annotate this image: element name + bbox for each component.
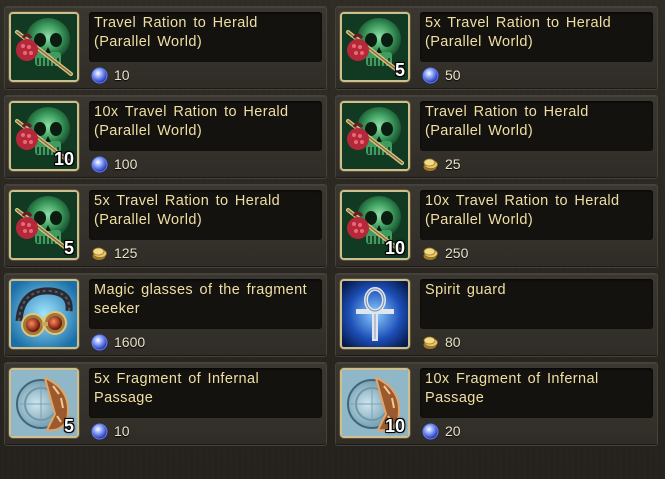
gem-icon: [91, 334, 108, 351]
item-name: 5x Fragment of Infernal Passage: [89, 368, 322, 418]
item-name: Travel Ration to Herald (Parallel World): [89, 12, 322, 62]
gold-coin-icon: [422, 156, 439, 173]
item-price: 250: [422, 243, 468, 263]
shop-panel: Travel Ration to Herald (Parallel World)…: [0, 0, 665, 479]
shop-item-slot[interactable]: 5 5x Travel Ration to Herald (Parallel W…: [335, 6, 658, 90]
item-price: 1600: [91, 332, 145, 352]
item-name: 10x Travel Ration to Herald (Parallel Wo…: [89, 101, 322, 151]
shop-item-slot[interactable]: 10 10x Fragment of Infernal Passage 20: [335, 362, 658, 446]
shop-item-slot[interactable]: Travel Ration to Herald (Parallel World)…: [4, 6, 327, 90]
shop-item-slot[interactable]: Spirit guard 80: [335, 273, 658, 357]
item-quantity-badge: 10: [384, 238, 405, 258]
price-value: 250: [445, 245, 469, 261]
gold-coin-icon: [91, 245, 108, 262]
price-value: 50: [445, 67, 461, 83]
item-icon-frame[interactable]: [340, 101, 410, 171]
item-quantity-badge: 10: [384, 416, 405, 436]
gem-icon: [422, 423, 439, 440]
item-price: 20: [422, 421, 461, 441]
item-price: 125: [91, 243, 137, 263]
item-name: Travel Ration to Herald (Parallel World): [420, 101, 653, 151]
item-price: 50: [422, 65, 461, 85]
shop-item-slot[interactable]: 10 10x Travel Ration to Herald (Parallel…: [4, 95, 327, 179]
gold-coin-icon: [422, 245, 439, 262]
price-value: 100: [114, 156, 138, 172]
item-icon-frame[interactable]: 5: [9, 190, 79, 260]
item-icon-frame[interactable]: 10: [340, 190, 410, 260]
shop-item-grid: Travel Ration to Herald (Parallel World)…: [4, 6, 658, 446]
price-value: 25: [445, 156, 461, 172]
shop-item-slot[interactable]: Magic glasses of the fragment seeker 160…: [4, 273, 327, 357]
price-value: 80: [445, 334, 461, 350]
price-value: 20: [445, 423, 461, 439]
item-name: Spirit guard: [420, 279, 653, 329]
item-name: 5x Travel Ration to Herald (Parallel Wor…: [420, 12, 653, 62]
gem-icon: [422, 67, 439, 84]
item-icon-frame[interactable]: 10: [9, 101, 79, 171]
shop-item-slot[interactable]: 5 5x Fragment of Infernal Passage 10: [4, 362, 327, 446]
item-price: 25: [422, 154, 461, 174]
item-name: 5x Travel Ration to Herald (Parallel Wor…: [89, 190, 322, 240]
item-name: 10x Fragment of Infernal Passage: [420, 368, 653, 418]
price-value: 125: [114, 245, 138, 261]
gem-icon: [91, 67, 108, 84]
shop-item-slot[interactable]: Travel Ration to Herald (Parallel World)…: [335, 95, 658, 179]
item-icon-frame[interactable]: [340, 279, 410, 349]
gem-icon: [91, 156, 108, 173]
gem-icon: [91, 423, 108, 440]
price-value: 1600: [114, 334, 146, 350]
item-name: Magic glasses of the fragment seeker: [89, 279, 322, 329]
item-icon-frame[interactable]: 5: [340, 12, 410, 82]
item-price: 100: [91, 154, 137, 174]
item-icon-frame[interactable]: [9, 12, 79, 82]
item-price: 10: [91, 421, 130, 441]
price-value: 10: [114, 423, 130, 439]
item-quantity-badge: 5: [63, 416, 74, 436]
item-quantity-badge: 5: [394, 60, 405, 80]
gold-coin-icon: [422, 334, 439, 351]
shop-item-slot[interactable]: 5 5x Travel Ration to Herald (Parallel W…: [4, 184, 327, 268]
item-quantity-badge: 10: [53, 149, 74, 169]
item-quantity-badge: 5: [63, 238, 74, 258]
item-icon-frame[interactable]: 10: [340, 368, 410, 438]
item-icon-frame[interactable]: [9, 279, 79, 349]
item-name: 10x Travel Ration to Herald (Parallel Wo…: [420, 190, 653, 240]
price-value: 10: [114, 67, 130, 83]
item-icon-frame[interactable]: 5: [9, 368, 79, 438]
item-price: 80: [422, 332, 461, 352]
item-price: 10: [91, 65, 130, 85]
shop-item-slot[interactable]: 10 10x Travel Ration to Herald (Parallel…: [335, 184, 658, 268]
